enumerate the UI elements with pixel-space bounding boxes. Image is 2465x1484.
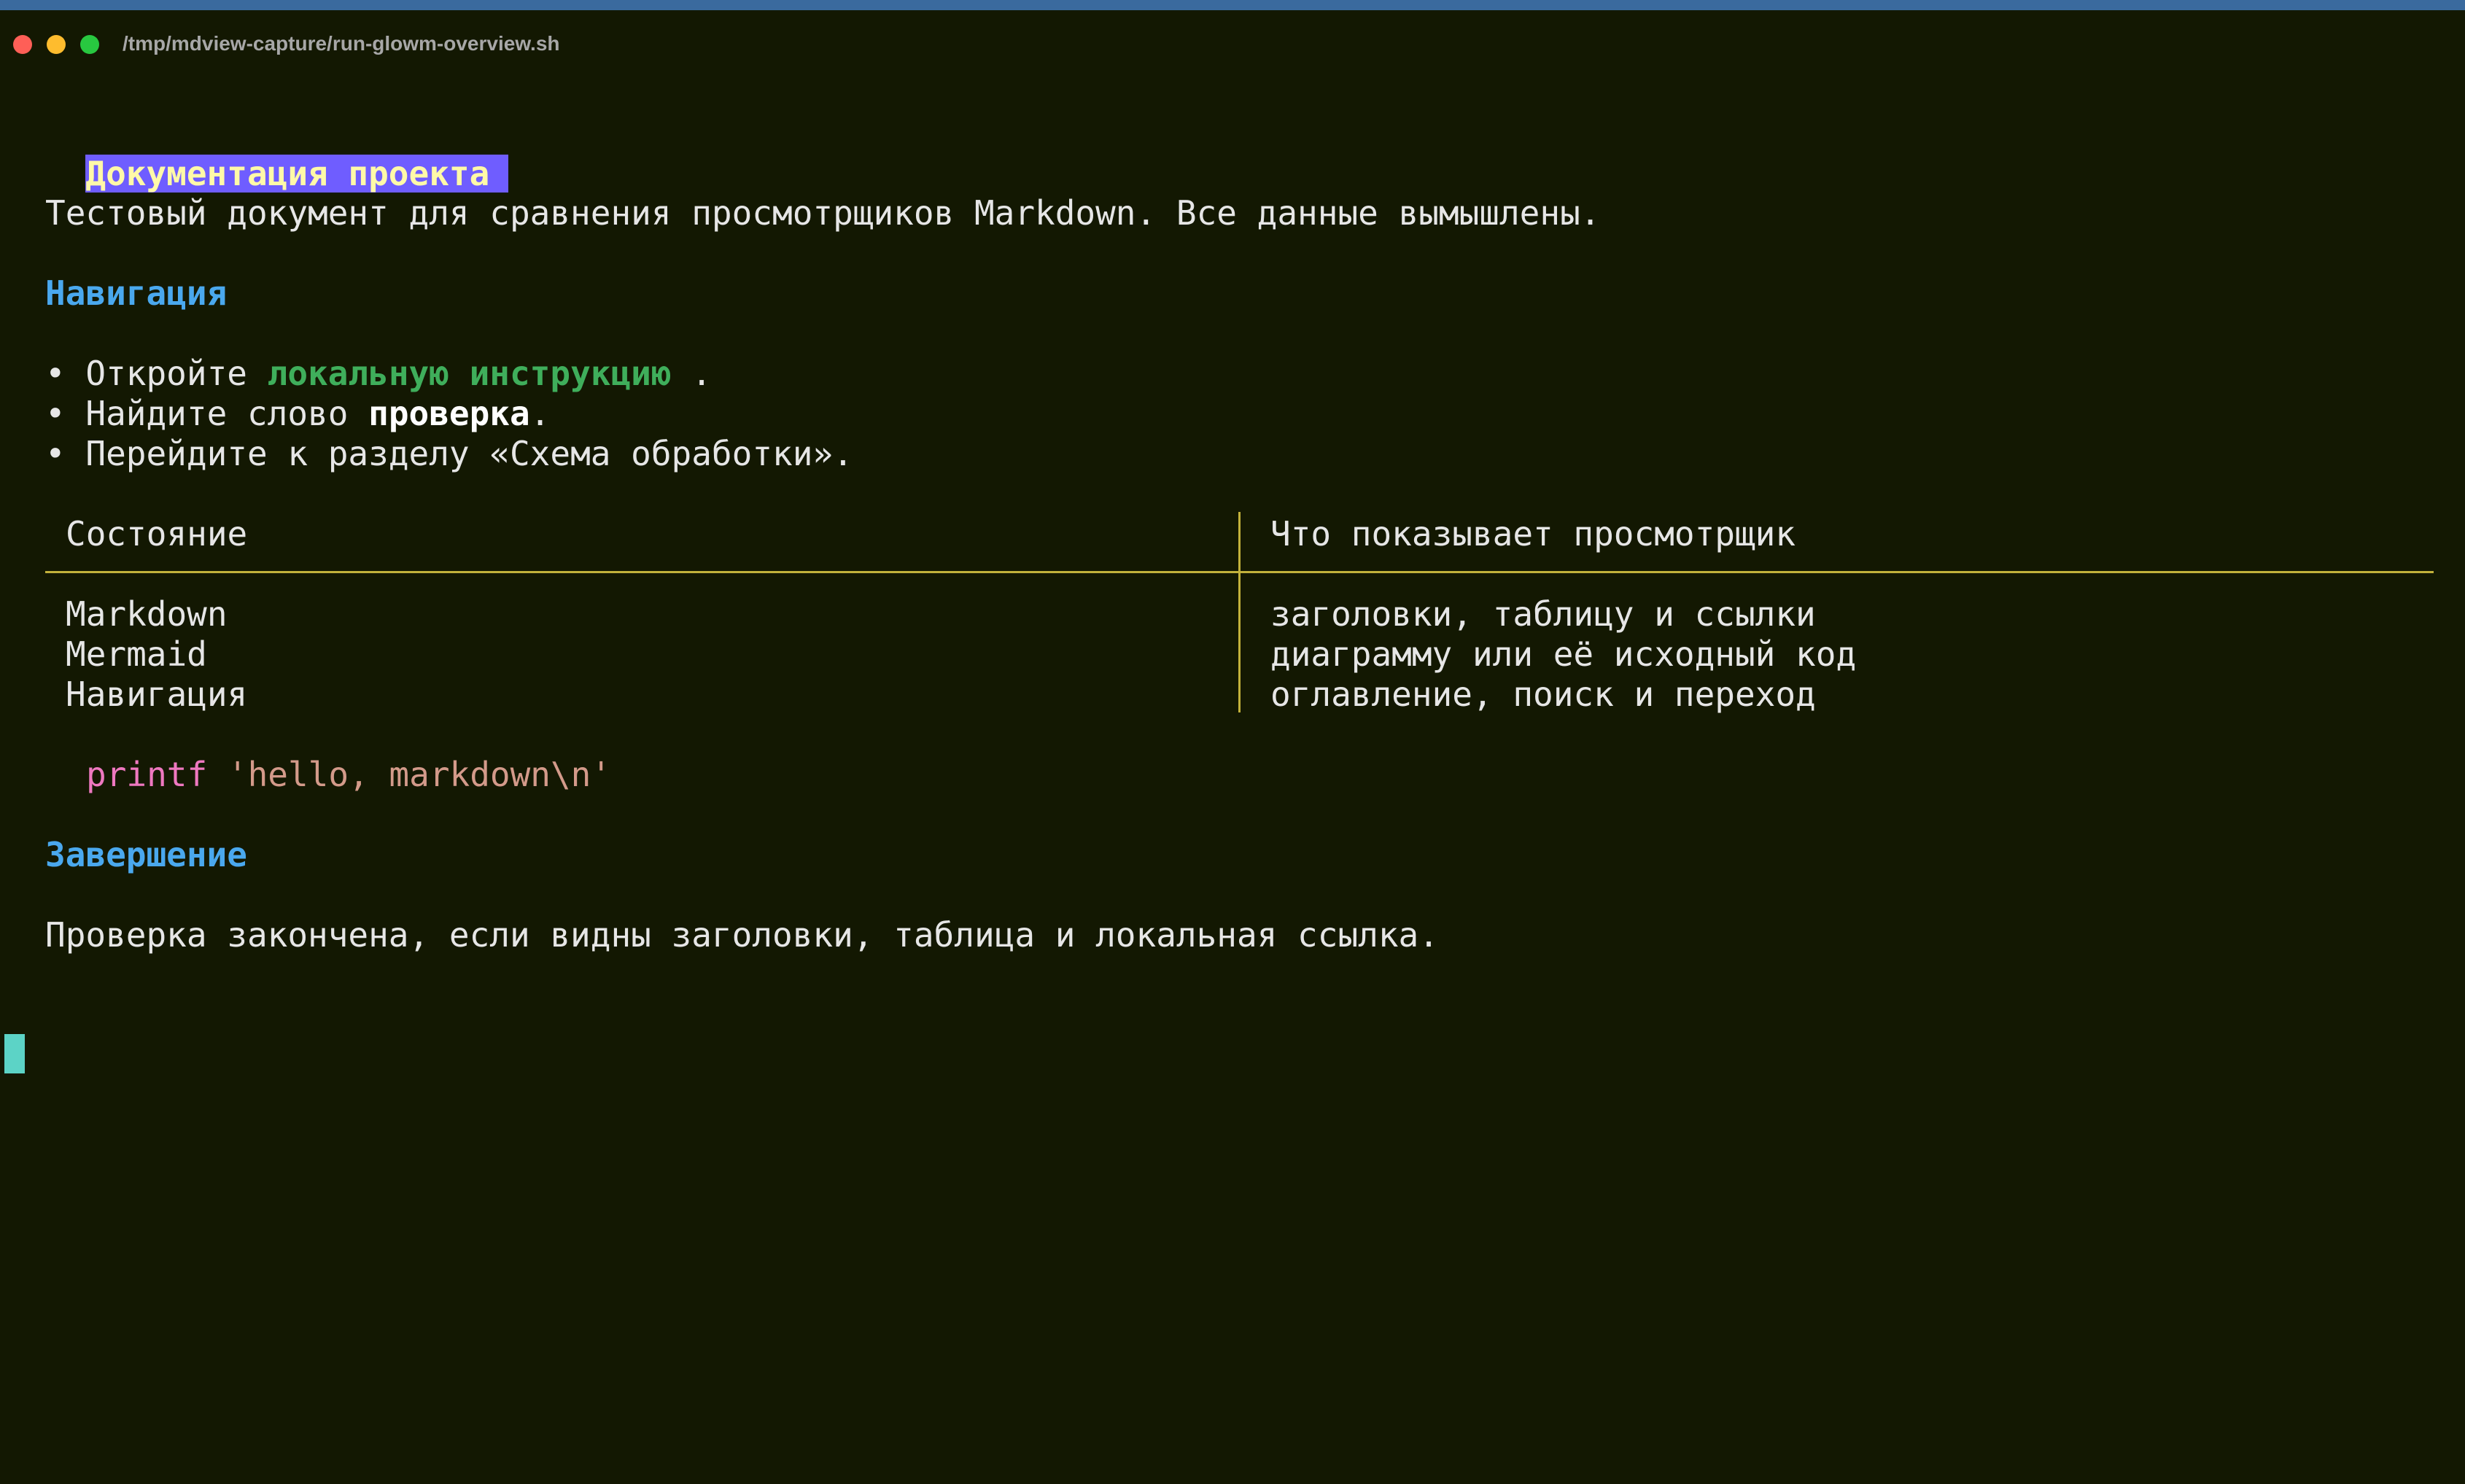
terminal-cursor (4, 1034, 25, 1073)
local-instruction-link[interactable]: локальную инструкцию (268, 354, 672, 393)
code-string: 'hello, markdown\n' (227, 755, 612, 794)
intro-paragraph: Тестовый документ для сравнения просмотр… (45, 193, 1601, 233)
code-block: printf 'hello, markdown\n' (86, 754, 611, 795)
bullet-marker: • (45, 354, 66, 393)
bullet-marker: • (45, 434, 66, 473)
document-title-line: Документация проекта (45, 112, 509, 194)
code-command: printf (86, 755, 208, 794)
document-title: Документация проекта (85, 155, 509, 193)
table-header-state: Состояние (66, 514, 248, 553)
list-item-text: Перейдите к разделу «Схема обработки». (85, 434, 853, 473)
list-item-text: Откройте (85, 354, 268, 393)
list-item-text: . (529, 394, 551, 433)
table-cell: Mermaid (66, 634, 207, 674)
list-item-text: Найдите слово (85, 394, 369, 433)
conclusion-paragraph: Проверка закончена, если видны заголовки… (45, 915, 1439, 955)
list-item: • Найдите слово проверка. (45, 393, 550, 434)
bullet-marker: • (45, 394, 66, 433)
table-cell: оглавление, поиск и переход (1270, 675, 1816, 714)
list-item: • Откройте локальную инструкцию . (45, 353, 712, 394)
list-item-text: . (671, 354, 712, 393)
title-bar: /tmp/mdview-capture/run-glowm-overview.s… (0, 10, 2465, 61)
navigation-heading: Навигация (45, 273, 228, 313)
table-header-viewer: Что показывает просмотрщик (1270, 514, 1796, 553)
window-top-strip (0, 0, 2465, 10)
table-cell: диаграмму или её исходный код (1270, 634, 1857, 674)
window-title: /tmp/mdview-capture/run-glowm-overview.s… (123, 32, 560, 55)
minimize-window-button[interactable] (47, 35, 66, 54)
maximize-window-button[interactable] (80, 35, 99, 54)
list-item: • Перейдите к разделу «Схема обработки». (45, 433, 853, 474)
bold-word: проверка (368, 394, 530, 433)
table-cell: Навигация (66, 675, 248, 714)
table-column-separator (1238, 512, 1241, 712)
close-window-button[interactable] (13, 35, 32, 54)
table-cell: заголовки, таблицу и ссылки (1270, 594, 1816, 634)
completion-heading: Завершение (45, 835, 247, 874)
table-cell: Markdown (66, 594, 228, 634)
